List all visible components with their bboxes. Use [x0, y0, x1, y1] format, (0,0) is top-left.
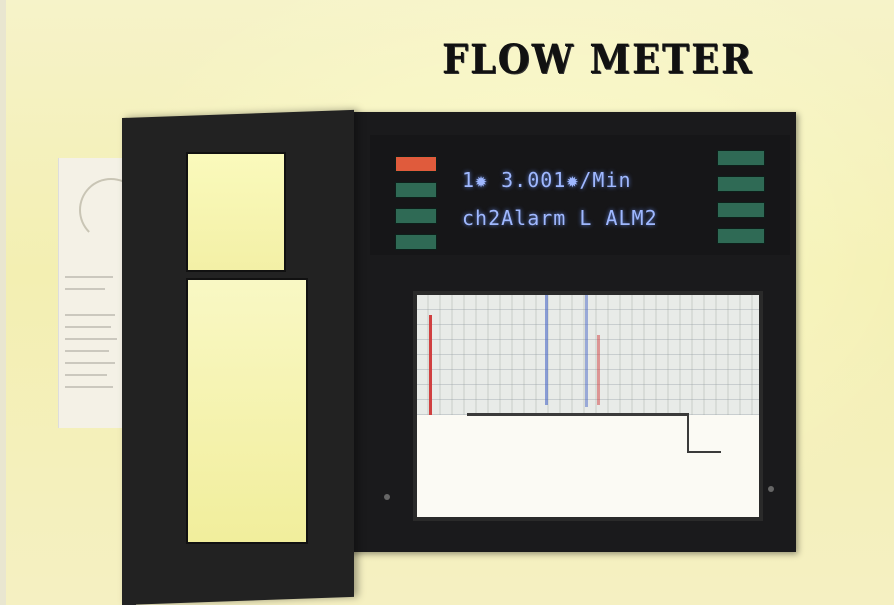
blue-pen-trace: [585, 295, 588, 407]
red-pen-trace: [429, 315, 432, 423]
panel-button-left-3[interactable]: [395, 208, 437, 224]
paper-line: [65, 338, 117, 340]
paper-line: [65, 362, 115, 364]
screw-icon: [768, 486, 774, 492]
door-window-top: [186, 152, 286, 272]
panel-button-right-1[interactable]: [717, 150, 765, 166]
paper-line: [65, 350, 109, 352]
door-window-bottom: [186, 278, 308, 544]
panel-button-right-2[interactable]: [717, 176, 765, 192]
photo-border: [0, 0, 6, 605]
blue-pen-trace: [545, 295, 548, 405]
panel-button-left-2[interactable]: [395, 182, 437, 198]
paper-line: [65, 386, 113, 388]
paper-line: [65, 314, 115, 316]
panel-button-right-4[interactable]: [717, 228, 765, 244]
paper-line: [65, 288, 105, 290]
panel-button-right-3[interactable]: [717, 202, 765, 218]
screw-icon: [384, 494, 390, 500]
paper-line: [65, 276, 113, 278]
black-pen-trace: [687, 413, 689, 453]
display-line-1: 1✹ 3.001✹/Min: [462, 168, 632, 192]
panel-button-left-4[interactable]: [395, 234, 437, 250]
black-pen-trace: [467, 413, 687, 416]
page-title: FLOW METER: [442, 36, 754, 83]
paper-line: [65, 326, 111, 328]
display-line-2: ch2Alarm L ALM2: [462, 206, 658, 230]
panel-button-left-1[interactable]: [395, 156, 437, 172]
chart-paper-grid: [417, 295, 759, 415]
red-pen-trace: [597, 335, 600, 405]
chart-paper-blank: [417, 415, 759, 517]
chart-paper-window: [413, 291, 763, 521]
background-paper: [58, 158, 143, 428]
black-pen-trace: [687, 451, 721, 453]
paper-line: [65, 374, 107, 376]
